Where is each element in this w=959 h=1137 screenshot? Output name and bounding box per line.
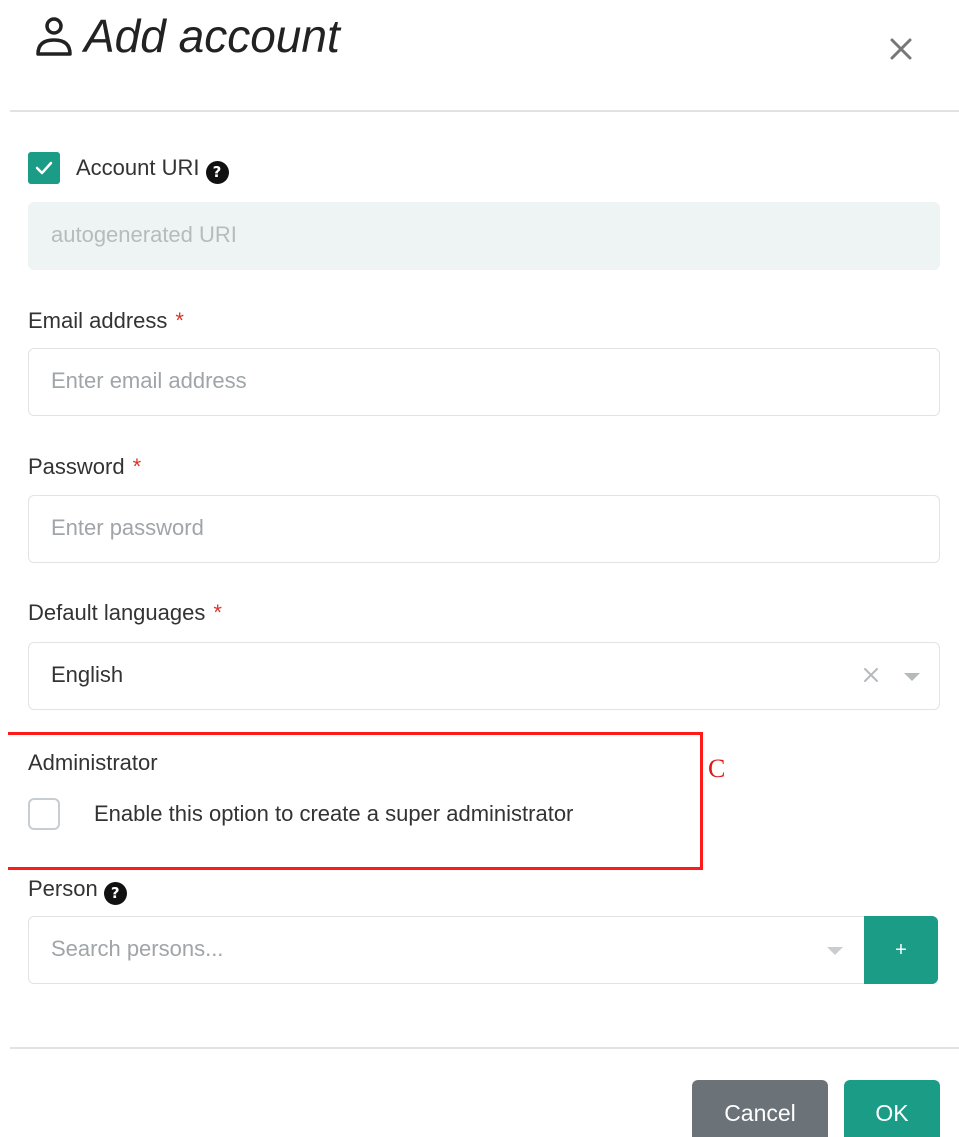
email-label: Email address xyxy=(28,308,168,333)
password-label: Password xyxy=(28,454,125,479)
dialog-title: Add account xyxy=(84,10,340,62)
email-label-row: Email address * xyxy=(28,306,184,336)
check-icon xyxy=(35,161,53,175)
header-divider xyxy=(10,110,959,112)
password-placeholder: Enter password xyxy=(51,515,204,540)
chevron-down-icon[interactable] xyxy=(826,945,844,957)
administrator-checkbox[interactable] xyxy=(28,798,60,830)
user-icon xyxy=(36,17,72,56)
clear-icon[interactable] xyxy=(861,665,881,685)
add-account-dialog: Add account Account URI? autogenerated U… xyxy=(0,0,959,1137)
person-search-select[interactable]: Search persons... xyxy=(28,916,866,984)
languages-label: Default languages xyxy=(28,600,206,625)
close-icon[interactable] xyxy=(886,34,916,64)
required-mark: * xyxy=(175,308,184,333)
languages-select[interactable]: English xyxy=(28,642,940,710)
administrator-label: Administrator xyxy=(28,750,158,775)
account-uri-checkbox[interactable] xyxy=(28,152,60,184)
cancel-button[interactable]: Cancel xyxy=(692,1080,828,1137)
password-field[interactable]: Enter password xyxy=(28,495,940,563)
person-placeholder: Search persons... xyxy=(51,936,224,961)
password-label-row: Password * xyxy=(28,452,141,482)
add-person-button[interactable]: + xyxy=(864,916,938,984)
email-field[interactable]: Enter email address xyxy=(28,348,940,416)
account-uri-label: Account URI xyxy=(76,155,200,180)
required-mark: * xyxy=(132,454,142,479)
annotation-label: C xyxy=(708,754,726,783)
languages-label-row: Default languages * xyxy=(28,598,222,628)
ok-button[interactable]: OK xyxy=(844,1080,940,1137)
chevron-down-icon[interactable] xyxy=(903,671,921,683)
email-placeholder: Enter email address xyxy=(51,368,247,393)
help-icon[interactable]: ? xyxy=(103,882,127,905)
administrator-option-label[interactable]: Enable this option to create a super adm… xyxy=(94,799,573,829)
person-label-row: Person? xyxy=(28,874,127,905)
footer-divider xyxy=(10,1047,959,1049)
required-mark: * xyxy=(213,600,222,625)
languages-value: English xyxy=(51,662,124,687)
dialog-header: Add account xyxy=(0,0,959,112)
account-uri-label-row: Account URI? xyxy=(76,153,229,184)
person-label: Person xyxy=(28,876,98,901)
account-uri-field: autogenerated URI xyxy=(28,202,940,270)
help-icon[interactable]: ? xyxy=(205,161,229,184)
